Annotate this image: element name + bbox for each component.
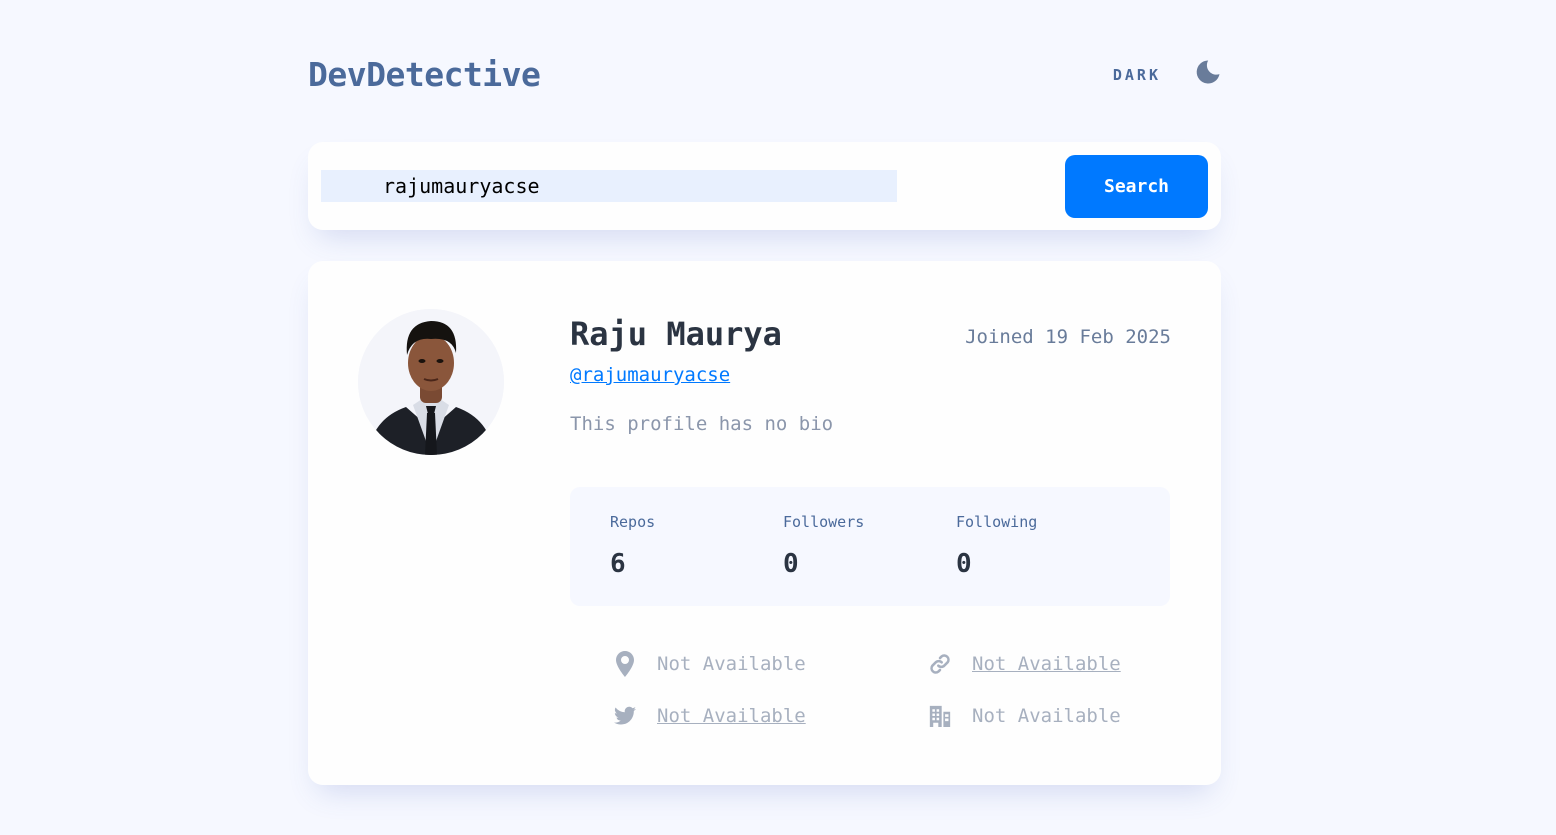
theme-toggle-label[interactable]: DARK (1113, 66, 1161, 84)
moon-icon[interactable] (1195, 59, 1221, 85)
twitter-icon (614, 703, 636, 729)
stat-value: 0 (956, 549, 972, 579)
location-pin-icon (614, 651, 636, 677)
stat-followers: Followers 0 (783, 513, 864, 579)
website-link[interactable]: Not Available (972, 653, 1121, 675)
app-header: DevDetective DARK (308, 52, 1221, 96)
twitter-link[interactable]: Not Available (657, 705, 806, 727)
company-item: Not Available (929, 703, 1121, 729)
building-icon (929, 703, 951, 729)
search-bar: Search (308, 142, 1221, 230)
stat-repos: Repos 6 (610, 513, 655, 579)
link-icon (929, 651, 951, 677)
app-logo: DevDetective (308, 54, 541, 94)
location-item: Not Available (614, 651, 806, 677)
stat-label: Following (956, 513, 1038, 531)
stat-value: 0 (783, 549, 799, 579)
company-text: Not Available (972, 705, 1121, 727)
profile-card: Raju Maurya Joined 19 Feb 2025 @rajumaur… (308, 261, 1221, 785)
theme-toggle[interactable]: DARK (1113, 59, 1221, 85)
joined-date: Joined 19 Feb 2025 (965, 326, 1171, 348)
stat-value: 6 (610, 549, 626, 579)
twitter-item[interactable]: Not Available (614, 703, 806, 729)
profile-name: Raju Maurya (570, 315, 782, 353)
website-item[interactable]: Not Available (929, 651, 1121, 677)
stat-label: Repos (610, 513, 656, 531)
profile-bio: This profile has no bio (570, 413, 834, 435)
stat-label: Followers (783, 513, 865, 531)
stat-following: Following 0 (956, 513, 1037, 579)
search-input[interactable] (321, 170, 897, 202)
avatar (358, 309, 504, 455)
profile-username-link[interactable]: @rajumauryacse (570, 364, 730, 386)
search-button[interactable]: Search (1065, 155, 1208, 218)
stats-panel: Repos 6 Followers 0 Following 0 (570, 487, 1170, 606)
location-text: Not Available (657, 653, 806, 675)
